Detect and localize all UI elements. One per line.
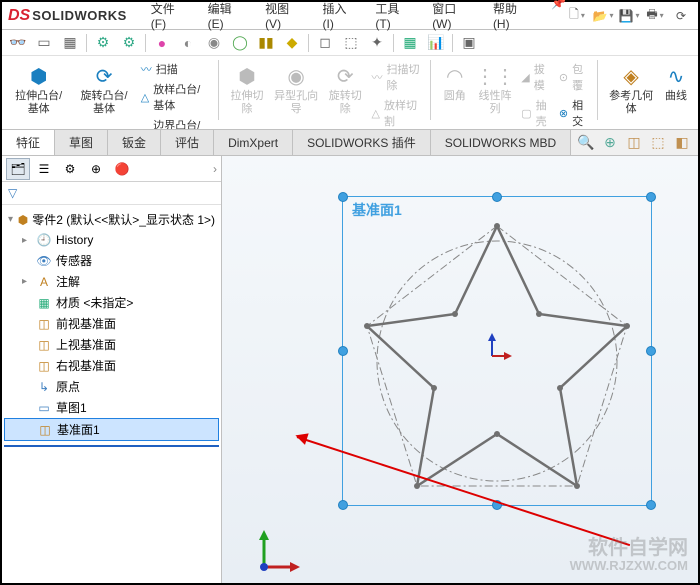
tool-icon-2[interactable]: ⚙ xyxy=(119,33,139,53)
tree-origin[interactable]: ↳ 原点 xyxy=(4,376,219,397)
pattern-button[interactable]: ⋮⋮ 线性阵列 xyxy=(475,60,516,118)
tab-feature[interactable]: 特征 xyxy=(2,130,55,155)
chart-icon[interactable]: 📊 xyxy=(426,33,446,53)
main-area: 🗂 ☰ ⚙ ⊕ 🔴 › ▽ ▾⬢ 零件2 (默认<<默认>_显示状态 1>) ▸… xyxy=(2,156,698,583)
cube-icon-2[interactable]: ⬚ xyxy=(648,133,668,153)
menu-file[interactable]: 文件(F) xyxy=(143,0,198,35)
expand-arrow-icon[interactable]: › xyxy=(213,162,217,176)
tree-annotations[interactable]: ▸A 注解 xyxy=(4,271,219,292)
quick-toolbar: 👓 ▭ ▦ ⚙ ⚙ ● ◐ ◉ ◯ ▮▮ ◆ ◻ ⬚ ✦ ▦ 📊 ▣ xyxy=(2,30,698,56)
dim-tab[interactable]: ⊕ xyxy=(84,158,108,180)
config-tab[interactable]: ⚙ xyxy=(58,158,82,180)
menu-edit[interactable]: 编辑(E) xyxy=(200,0,255,35)
scene-icon[interactable]: ◐ xyxy=(178,33,198,53)
boundary-button[interactable]: ◇边界凸台/基体 xyxy=(139,116,210,130)
property-tab[interactable]: ☰ xyxy=(32,158,56,180)
rollback-bar[interactable] xyxy=(4,445,219,447)
tree-history[interactable]: ▸🕘 History xyxy=(4,230,219,250)
appearance-icon[interactable]: ● xyxy=(152,33,172,53)
ref-geometry-button[interactable]: ◈ 参考几何体 xyxy=(606,60,656,118)
tree-sketch1[interactable]: ▭ 草图1 xyxy=(4,397,219,418)
app-name: SOLIDWORKS xyxy=(32,8,127,23)
light-icon[interactable]: ◯ xyxy=(230,33,250,53)
cube-icon-1[interactable]: ◫ xyxy=(624,133,644,153)
menu-tools[interactable]: 工具(T) xyxy=(367,0,422,35)
tab-plugins[interactable]: SOLIDWORKS 插件 xyxy=(293,130,431,155)
menu-view[interactable]: 视图(V) xyxy=(257,0,312,35)
tree-material[interactable]: ▦ 材质 <未指定> xyxy=(4,292,219,313)
cube-icon-3[interactable]: ◧ xyxy=(672,133,692,153)
tab-dimxpert[interactable]: DimXpert xyxy=(214,130,293,155)
misc-icon[interactable]: ▣ xyxy=(459,33,479,53)
hide-icon[interactable]: ▦ xyxy=(60,33,80,53)
new-button[interactable]: 🗋▾ xyxy=(566,6,588,26)
glasses-icon[interactable]: 👓 xyxy=(8,33,28,53)
tree-right-plane[interactable]: ◫ 右视基准面 xyxy=(4,355,219,376)
tab-eval[interactable]: 评估 xyxy=(161,130,214,155)
feature-tree: ▾⬢ 零件2 (默认<<默认>_显示状态 1>) ▸🕘 History 👁 传感… xyxy=(2,205,221,583)
tab-sketch[interactable]: 草图 xyxy=(55,130,108,155)
filter-button[interactable]: ▽ xyxy=(2,182,221,205)
extra-icon-1[interactable]: ◻ xyxy=(315,33,335,53)
tree-plane1[interactable]: ◫ 基准面1 xyxy=(4,418,219,441)
sweep-button[interactable]: 〰扫描 xyxy=(139,60,210,78)
menu-window[interactable]: 窗口(W) xyxy=(424,0,483,35)
view-tool-icon[interactable]: ⊕ xyxy=(600,133,620,153)
ds-logo-icon: DS xyxy=(8,7,30,25)
fillet-button[interactable]: ◠ 圆角 xyxy=(439,60,471,105)
extrude-boss-button[interactable]: ⬢ 拉伸凸台/基体 xyxy=(8,60,69,118)
selection-icon[interactable]: ▭ xyxy=(34,33,54,53)
appearance-tab[interactable]: 🔴 xyxy=(110,158,134,180)
menu-insert[interactable]: 插入(I) xyxy=(315,0,366,35)
title-quick-access: 🗋▾ 📂▾ 💾▾ 🖶▾ ⟳ xyxy=(566,6,698,26)
print-button[interactable]: 🖶▾ xyxy=(644,6,666,26)
texture-icon[interactable]: ▮▮ xyxy=(256,33,276,53)
tree-root[interactable]: ▾⬢ 零件2 (默认<<默认>_显示状态 1>) xyxy=(4,209,219,230)
tool-icon-1[interactable]: ⚙ xyxy=(93,33,113,53)
main-menu: 文件(F) 编辑(E) 视图(V) 插入(I) 工具(T) 窗口(W) 帮助(H… xyxy=(143,0,566,35)
feature-tree-tab[interactable]: 🗂 xyxy=(6,158,30,180)
extra-icon-2[interactable]: ⬚ xyxy=(341,33,361,53)
feature-manager: 🗂 ☰ ⚙ ⊕ 🔴 › ▽ ▾⬢ 零件2 (默认<<默认>_显示状态 1>) ▸… xyxy=(2,156,222,583)
origin-triad-icon xyxy=(482,331,512,361)
hole-wizard-button[interactable]: ◉ 异型孔向导 xyxy=(271,60,321,118)
app-logo: DS SOLIDWORKS xyxy=(2,7,133,25)
save-button[interactable]: 💾▾ xyxy=(618,6,640,26)
extra-icon-3[interactable]: ✦ xyxy=(367,33,387,53)
draft-button[interactable]: ◢拔模 xyxy=(519,60,553,94)
intersect-button[interactable]: ⊗相交 xyxy=(557,96,590,130)
ribbon: ⬢ 拉伸凸台/基体 ⟳ 旋转凸台/基体 〰扫描 △放样凸台/基体 ◇边界凸台/基… xyxy=(2,56,698,130)
color-icon[interactable]: ◆ xyxy=(282,33,302,53)
cut-extrude-button[interactable]: ⬢ 拉伸切除 xyxy=(227,60,268,118)
wrap-button[interactable]: ⊙包覆 xyxy=(557,60,590,94)
tree-front-plane[interactable]: ◫ 前视基准面 xyxy=(4,313,219,334)
command-tabs: 特征 草图 钣金 评估 DimXpert SOLIDWORKS 插件 SOLID… xyxy=(2,130,698,156)
titlebar: DS SOLIDWORKS 文件(F) 编辑(E) 视图(V) 插入(I) 工具… xyxy=(2,2,698,30)
tab-sheet[interactable]: 钣金 xyxy=(108,130,161,155)
excel-icon[interactable]: ▦ xyxy=(400,33,420,53)
coordinate-triad-icon xyxy=(252,525,302,575)
search-icon[interactable]: 🔍 xyxy=(576,133,596,153)
tab-mbd[interactable]: SOLIDWORKS MBD xyxy=(431,130,571,155)
cut-loft-button[interactable]: △放样切割 xyxy=(370,96,422,130)
cut-revolve-button[interactable]: ⟳ 旋转切除 xyxy=(325,60,366,118)
open-button[interactable]: 📂▾ xyxy=(592,6,614,26)
more-button[interactable]: ⟳ xyxy=(670,6,692,26)
cut-sweep-button[interactable]: 〰扫描切除 xyxy=(370,60,422,94)
tree-sensors[interactable]: 👁 传感器 xyxy=(4,250,219,271)
manager-tabs: 🗂 ☰ ⚙ ⊕ 🔴 › xyxy=(2,156,221,182)
watermark: 软件自学网 WWW.RJZXW.COM xyxy=(570,537,688,573)
tree-top-plane[interactable]: ◫ 上视基准面 xyxy=(4,334,219,355)
shell-button[interactable]: ▢抽壳 xyxy=(519,96,553,130)
curves-button[interactable]: ∿ 曲线 xyxy=(660,60,692,105)
menu-help[interactable]: 帮助(H) xyxy=(485,0,541,35)
display-icon[interactable]: ◉ xyxy=(204,33,224,53)
pin-icon[interactable]: 📌 xyxy=(551,0,566,35)
graphics-area[interactable]: 基准面1 xyxy=(222,156,698,583)
loft-button[interactable]: △放样凸台/基体 xyxy=(139,80,210,114)
revolve-boss-button[interactable]: ⟳ 旋转凸台/基体 xyxy=(73,60,134,118)
